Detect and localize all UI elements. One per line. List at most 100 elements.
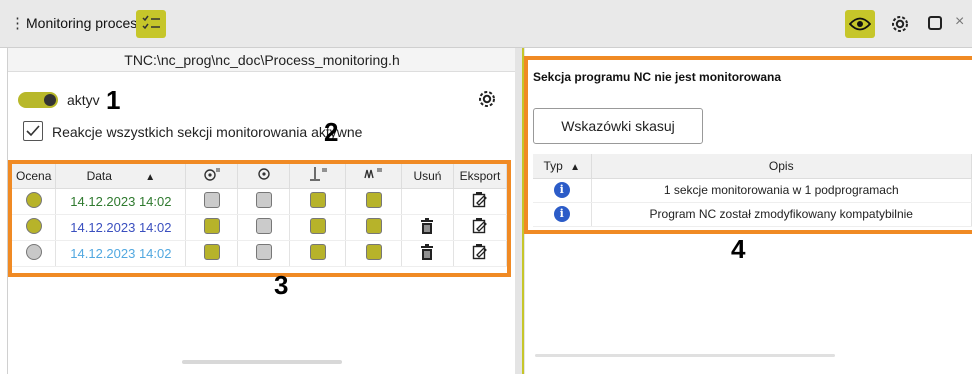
- cell-date: 14.12.2023 14:02: [55, 240, 187, 267]
- close-icon[interactable]: ×: [955, 13, 964, 31]
- date-text: 14.12.2023 14:02: [70, 193, 172, 209]
- col-spindle[interactable]: [237, 164, 291, 189]
- cell-eksport[interactable]: [453, 240, 508, 267]
- col-opis[interactable]: Opis: [591, 154, 972, 179]
- cell-c1[interactable]: [185, 240, 239, 267]
- cell-usun[interactable]: [401, 240, 454, 267]
- cell-ocena: [12, 240, 57, 267]
- maximize-icon[interactable]: [928, 16, 942, 30]
- cell-c2[interactable]: [237, 214, 291, 241]
- cell-date: 14.12.2023 14:02: [55, 188, 187, 215]
- export-icon[interactable]: [472, 217, 488, 237]
- clear-hints-button[interactable]: Wskazówki skasuj: [533, 108, 703, 144]
- cell-c1[interactable]: [185, 214, 239, 241]
- settings-gear-icon[interactable]: [476, 88, 498, 115]
- file-path: TNC:\nc_prog\nc_doc\Process_monitoring.h: [8, 48, 516, 72]
- info-icon: i: [553, 182, 570, 198]
- cell-c3[interactable]: [289, 240, 347, 267]
- cell-ocena: [12, 214, 57, 241]
- cell-opis: Program NC został zmodyfikowany kompatyb…: [591, 202, 972, 227]
- section-status-title: Sekcja programu NC nie jest monitorowana: [533, 70, 782, 84]
- col-typ[interactable]: Typ ▲: [533, 154, 592, 179]
- hint-row[interactable]: i 1 sekcje monitorowania w 1 podprogramac…: [533, 178, 972, 203]
- eye-icon[interactable]: [845, 10, 875, 38]
- callout-1: 1: [106, 85, 121, 115]
- trash-icon[interactable]: [420, 217, 434, 237]
- col-typ-label: Typ: [543, 158, 563, 173]
- cell-c2[interactable]: [237, 240, 291, 267]
- table-row[interactable]: 14.12.2023 14:02: [12, 240, 508, 267]
- cell-c1[interactable]: [185, 188, 239, 215]
- active-toggle[interactable]: [18, 92, 58, 108]
- cell-typ: i: [533, 178, 592, 203]
- vibration-limit-icon: [363, 168, 382, 179]
- rating-dot: [25, 243, 42, 260]
- cell-typ: i: [533, 202, 592, 227]
- cell-usun[interactable]: [401, 214, 454, 241]
- cell-opis: 1 sekcje monitorowania w 1 podprogramach: [591, 178, 972, 203]
- col-spindle-limit[interactable]: [185, 164, 239, 189]
- hint-row[interactable]: i Program NC został zmodyfikowany kompaty…: [533, 202, 972, 227]
- callout-3: 3: [274, 270, 289, 300]
- status-square: [255, 191, 272, 208]
- table-row[interactable]: 14.12.2023 14:02: [12, 188, 508, 215]
- status-square: [365, 191, 382, 208]
- left-panel: TNC:\nc_prog\nc_doc\Process_monitoring.h…: [7, 48, 516, 374]
- col-data[interactable]: Data ▲: [55, 164, 187, 189]
- callout-4: 4: [731, 234, 746, 264]
- cell-c3[interactable]: [289, 214, 347, 241]
- col-data-label: Data: [86, 168, 112, 183]
- sort-asc-icon: ▲: [145, 171, 156, 183]
- col-eksport[interactable]: Eksport: [453, 164, 508, 189]
- cell-ocena: [12, 188, 57, 215]
- col-feed-limit[interactable]: [289, 164, 347, 189]
- checkmark-icon: [26, 125, 40, 137]
- spindle-limit-icon: [204, 168, 220, 181]
- status-square: [309, 191, 326, 208]
- hints-table: Typ ▲ Opis i 1 sekcje monitorowania w 1 p…: [533, 154, 972, 227]
- cell-c4[interactable]: [345, 214, 403, 241]
- info-icon: i: [553, 206, 570, 222]
- cell-c3[interactable]: [289, 188, 347, 215]
- status-square: [365, 217, 382, 234]
- toggle-label: aktyv: [67, 92, 100, 108]
- sort-asc-icon: ▲: [570, 161, 581, 173]
- cell-usun: [401, 188, 454, 215]
- date-text: 14.12.2023 14:02: [70, 219, 172, 235]
- status-square: [203, 217, 220, 234]
- rating-dot: [25, 217, 42, 234]
- col-usun[interactable]: Usuń: [401, 164, 454, 189]
- horizontal-scrollbar[interactable]: [182, 360, 342, 364]
- right-panel: Sekcja programu NC nie jest monitorowana…: [524, 48, 972, 374]
- rating-dot: [25, 191, 42, 208]
- cell-eksport[interactable]: [453, 214, 508, 241]
- status-square: [203, 243, 220, 260]
- table-row[interactable]: 14.12.2023 14:02: [12, 214, 508, 241]
- gear-icon[interactable]: [885, 10, 915, 38]
- monitoring-table: Ocena Data ▲ Usuń Eksport 14.12.2023 14:…: [12, 164, 508, 267]
- list-check-icon[interactable]: [136, 10, 166, 38]
- col-ocena[interactable]: Ocena: [12, 164, 57, 189]
- menu-icon[interactable]: ⋮: [10, 14, 25, 32]
- toggle-knob: [44, 94, 56, 106]
- cell-c4[interactable]: [345, 240, 403, 267]
- status-square: [365, 243, 382, 260]
- col-vibration-limit[interactable]: [345, 164, 403, 189]
- spindle-icon: [258, 168, 270, 180]
- horizontal-scrollbar[interactable]: [535, 354, 835, 357]
- date-text: 14.12.2023 14:02: [70, 245, 172, 261]
- checkbox-label: Reakcje wszystkich sekcji monitorowania …: [52, 124, 363, 140]
- status-square: [309, 217, 326, 234]
- feed-limit-icon: [309, 167, 327, 181]
- cell-c4[interactable]: [345, 188, 403, 215]
- cell-c2[interactable]: [237, 188, 291, 215]
- status-square: [255, 217, 272, 234]
- export-icon[interactable]: [472, 243, 488, 263]
- cell-eksport[interactable]: [453, 188, 508, 215]
- export-icon[interactable]: [472, 191, 488, 211]
- status-square: [255, 243, 272, 260]
- callout-2: 2: [324, 117, 339, 147]
- status-square: [203, 191, 220, 208]
- reactions-checkbox[interactable]: [23, 121, 43, 141]
- trash-icon[interactable]: [420, 243, 434, 263]
